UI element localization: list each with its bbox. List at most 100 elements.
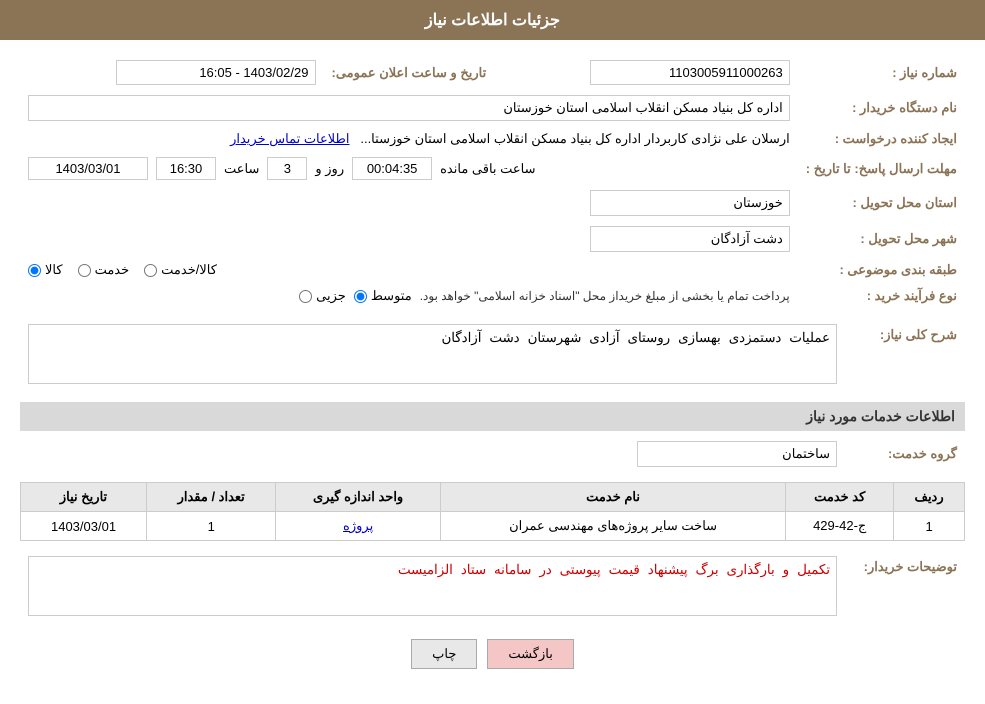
grouh-row: گروه خدمت: ساختمان bbox=[20, 436, 965, 472]
roz-input: 3 bbox=[267, 157, 307, 180]
tabaqe-kala-khidmat: کالا/خدمت bbox=[144, 262, 217, 278]
main-info-table: شماره نیاز : 1103005911000263 تاریخ و سا… bbox=[20, 55, 965, 309]
saat-label: ساعت bbox=[224, 161, 259, 177]
time-input: 16:30 bbox=[156, 157, 216, 180]
col-kod: کد خدمت bbox=[786, 483, 894, 512]
noe-jozi-label: جزیی bbox=[316, 288, 346, 304]
tosihaat-table: توضیحات خریدار: bbox=[20, 551, 965, 624]
table-row: 1 ج-42-429 ساخت سایر پروژه‌های مهندسی عم… bbox=[21, 512, 965, 541]
tabaqe-khidmat-label: خدمت bbox=[95, 262, 130, 278]
date-input: 1403/03/01 bbox=[28, 157, 148, 180]
cell-tarikh: 1403/03/01 bbox=[21, 512, 147, 541]
content-area: شماره نیاز : 1103005911000263 تاریخ و سا… bbox=[0, 40, 985, 704]
tarikh-input: 1403/02/29 - 16:05 bbox=[116, 60, 316, 85]
cell-radif: 1 bbox=[894, 512, 965, 541]
datetime-row: ساعت باقی مانده 00:04:35 روز و 3 ساعت 16… bbox=[28, 157, 790, 180]
cell-tedad: 1 bbox=[147, 512, 276, 541]
ostan-row: استان محل تحویل : خوزستان bbox=[20, 185, 965, 221]
noe-farvand-label: نوع فرآیند خرید : bbox=[798, 283, 965, 309]
tarikh-label: تاریخ و ساعت اعلان عمومی: bbox=[324, 55, 495, 90]
tabaqe-kala-khidmat-radio[interactable] bbox=[144, 264, 157, 277]
col-tedad: تعداد / مقدار bbox=[147, 483, 276, 512]
services-table: ردیف کد خدمت نام خدمت واحد اندازه گیری ت… bbox=[20, 482, 965, 541]
mohlat-label: مهلت ارسال پاسخ: تا تاریخ : bbox=[798, 152, 965, 185]
noe-motavaset-radio[interactable] bbox=[354, 290, 367, 303]
btn-print[interactable]: چاپ bbox=[411, 639, 477, 669]
tabaqe-khidmat-radio[interactable] bbox=[78, 264, 91, 277]
purchase-type-row: پرداخت تمام یا بخشی از مبلغ خریداز محل "… bbox=[28, 288, 790, 304]
ijad-value-cell: ارسلان علی نژادی کاربردار اداره کل بنیاد… bbox=[20, 126, 798, 152]
khadamat-section-header: اطلاعات خدمات مورد نیاز bbox=[20, 402, 965, 431]
grouh-label: گروه خدمت: bbox=[845, 436, 965, 472]
col-tarikh: تاریخ نیاز bbox=[21, 483, 147, 512]
nam-dastgah-row: نام دستگاه خریدار : اداره کل بنیاد مسکن … bbox=[20, 90, 965, 126]
grouh-value-cell: ساختمان bbox=[20, 436, 845, 472]
tabaqe-kala-khidmat-label: کالا/خدمت bbox=[161, 262, 217, 278]
tabaqe-row: طبقه بندی موضوعی : کالا/خدمت خدمت کالا bbox=[20, 257, 965, 283]
tabaqe-label: طبقه بندی موضوعی : bbox=[798, 257, 965, 283]
tosihaat-row: توضیحات خریدار: bbox=[20, 551, 965, 624]
sharh-table: شرح کلی نیاز: bbox=[20, 319, 965, 392]
tabaqe-kala-radio[interactable] bbox=[28, 264, 41, 277]
page-header: جزئیات اطلاعات نیاز bbox=[0, 0, 985, 40]
countdown-input: 00:04:35 bbox=[352, 157, 432, 180]
noe-farvand-value-cell: پرداخت تمام یا بخشی از مبلغ خریداز محل "… bbox=[20, 283, 798, 309]
noe-motavaset: متوسط bbox=[354, 288, 412, 304]
shomara-niaz-value: 1103005911000263 bbox=[494, 55, 797, 90]
col-radif: ردیف bbox=[894, 483, 965, 512]
cell-vahed[interactable]: پروژه bbox=[276, 512, 441, 541]
tosihaat-value-cell bbox=[20, 551, 845, 624]
nam-dastgah-value-cell: اداره کل بنیاد مسکن انقلاب اسلامی استان … bbox=[20, 90, 798, 126]
ostan-label: استان محل تحویل : bbox=[798, 185, 965, 221]
noe-farvand-row: نوع فرآیند خرید : پرداخت تمام یا بخشی از… bbox=[20, 283, 965, 309]
cell-nam: ساخت سایر پروژه‌های مهندسی عمران bbox=[440, 512, 785, 541]
tosihaat-label: توضیحات خریدار: bbox=[845, 551, 965, 624]
ostan-value-cell: خوزستان bbox=[20, 185, 798, 221]
shahr-value-cell: دشت آزادگان bbox=[20, 221, 798, 257]
page-title: جزئیات اطلاعات نیاز bbox=[425, 12, 560, 29]
tabaqe-value-cell: کالا/خدمت خدمت کالا bbox=[20, 257, 798, 283]
grouh-table: گروه خدمت: ساختمان bbox=[20, 436, 965, 472]
tarikh-value-cell: 1403/02/29 - 16:05 bbox=[20, 55, 324, 90]
shahr-label: شهر محل تحویل : bbox=[798, 221, 965, 257]
sharh-row: شرح کلی نیاز: bbox=[20, 319, 965, 392]
shahr-row: شهر محل تحویل : دشت آزادگان bbox=[20, 221, 965, 257]
button-row: بازگشت چاپ bbox=[20, 639, 965, 689]
tosihaat-textarea[interactable] bbox=[28, 556, 837, 616]
tabaqe-kala-label: کالا bbox=[45, 262, 63, 278]
sharh-textarea[interactable] bbox=[28, 324, 837, 384]
ijad-row: ایجاد کننده درخواست : ارسلان علی نژادی ک… bbox=[20, 126, 965, 152]
ijad-label: ایجاد کننده درخواست : bbox=[798, 126, 965, 152]
col-vahed: واحد اندازه گیری bbox=[276, 483, 441, 512]
noe-motavaset-label: متوسط bbox=[371, 288, 412, 304]
ijad-text: ارسلان علی نژادی کاربردار اداره کل بنیاد… bbox=[360, 131, 789, 146]
cell-kod: ج-42-429 bbox=[786, 512, 894, 541]
shomara-niaz-row: شماره نیاز : 1103005911000263 تاریخ و سا… bbox=[20, 55, 965, 90]
shahr-input: دشت آزادگان bbox=[590, 226, 790, 252]
ijad-link[interactable]: اطلاعات تماس خریدار bbox=[230, 131, 349, 146]
btn-back[interactable]: بازگشت bbox=[487, 639, 573, 669]
tabaqe-kala: کالا bbox=[28, 262, 63, 278]
mohlat-value-cell: ساعت باقی مانده 00:04:35 روز و 3 ساعت 16… bbox=[20, 152, 798, 185]
shomara-niaz-input: 1103005911000263 bbox=[590, 60, 790, 85]
grouh-input: ساختمان bbox=[637, 441, 837, 467]
shomara-niaz-label: شماره نیاز : bbox=[798, 55, 965, 90]
noe-jozi-radio[interactable] bbox=[299, 290, 312, 303]
countdown-label: ساعت باقی مانده bbox=[440, 161, 535, 177]
roz-label: روز و bbox=[315, 161, 344, 177]
ostan-input: خوزستان bbox=[590, 190, 790, 216]
sharh-value-cell bbox=[20, 319, 845, 392]
tabaqe-khidmat: خدمت bbox=[78, 262, 130, 278]
services-header-row: ردیف کد خدمت نام خدمت واحد اندازه گیری ت… bbox=[21, 483, 965, 512]
noe-jozi: جزیی bbox=[299, 288, 346, 304]
noe-farvand-note: پرداخت تمام یا بخشی از مبلغ خریداز محل "… bbox=[420, 289, 790, 303]
tabaqe-radio-group: کالا/خدمت خدمت کالا bbox=[28, 262, 790, 278]
sharh-label: شرح کلی نیاز: bbox=[845, 319, 965, 392]
page-container: جزئیات اطلاعات نیاز شماره نیاز : 1103005… bbox=[0, 0, 985, 704]
services-table-head: ردیف کد خدمت نام خدمت واحد اندازه گیری ت… bbox=[21, 483, 965, 512]
nam-dastgah-label: نام دستگاه خریدار : bbox=[798, 90, 965, 126]
services-table-body: 1 ج-42-429 ساخت سایر پروژه‌های مهندسی عم… bbox=[21, 512, 965, 541]
col-nam: نام خدمت bbox=[440, 483, 785, 512]
nam-dastgah-input: اداره کل بنیاد مسکن انقلاب اسلامی استان … bbox=[28, 95, 790, 121]
mohlat-row: مهلت ارسال پاسخ: تا تاریخ : ساعت باقی ما… bbox=[20, 152, 965, 185]
